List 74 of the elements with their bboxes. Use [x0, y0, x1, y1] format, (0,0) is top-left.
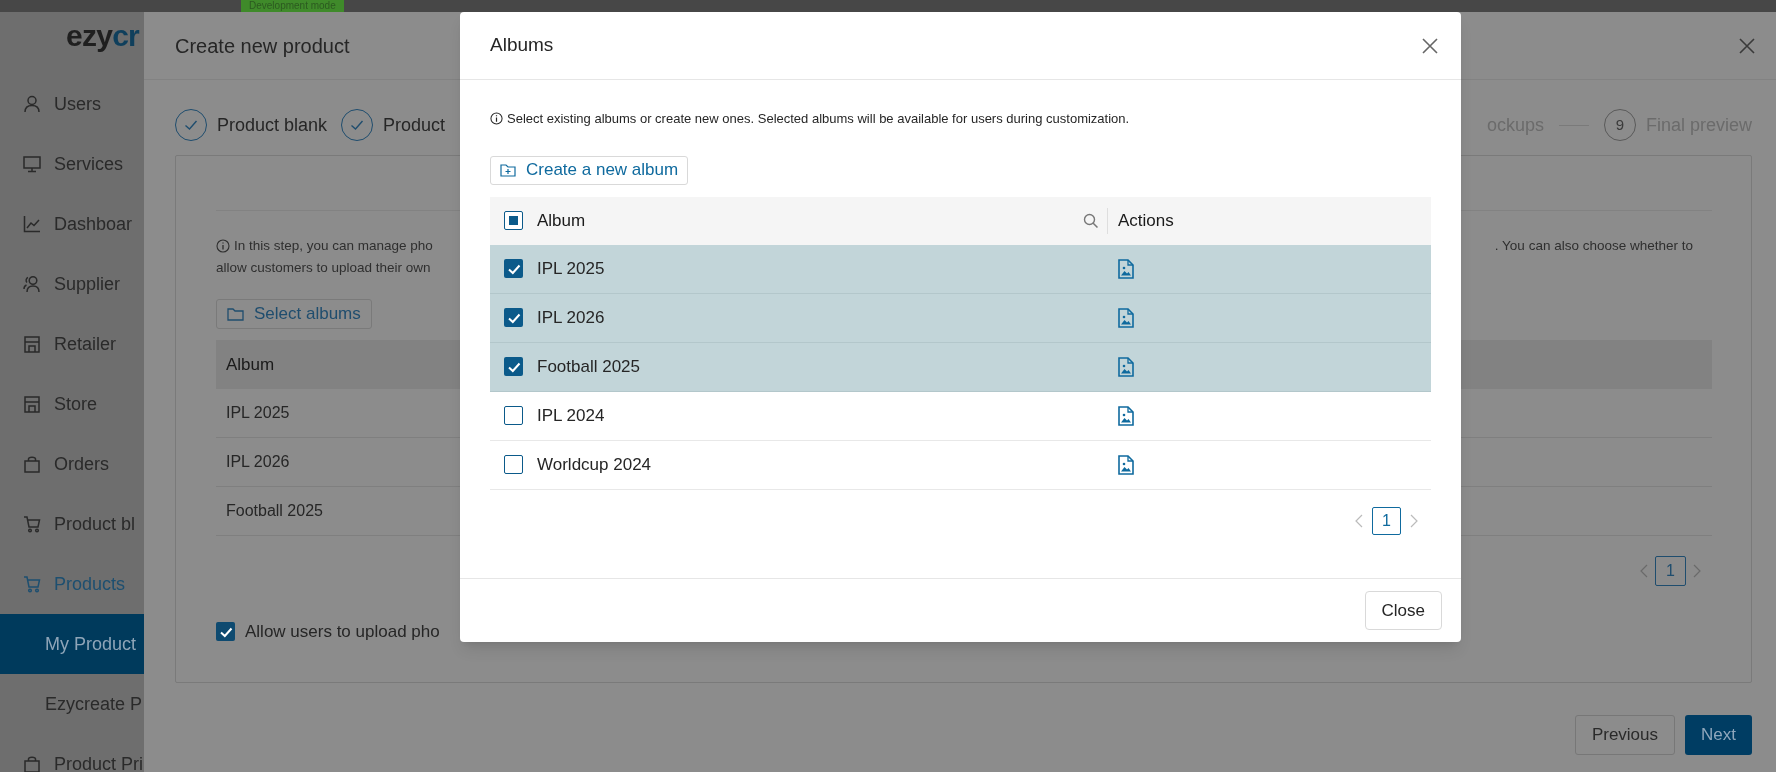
column-header: Album [226, 353, 275, 376]
menu-item-label[interactable]: Dashboar [54, 210, 133, 238]
page-number[interactable]: 1 [1655, 556, 1686, 586]
store-icon [23, 395, 41, 413]
image-file-icon[interactable] [1118, 307, 1134, 328]
dialog-title: Create new product [175, 33, 350, 59]
close-button[interactable]: Close [1364, 591, 1442, 630]
next-button[interactable]: Next [1685, 715, 1752, 755]
info-text: In this step, you can manage pho [234, 237, 433, 255]
column-header: Album [537, 209, 586, 232]
checkbox[interactable] [504, 455, 523, 474]
image-file-icon[interactable] [1118, 258, 1134, 279]
cart-icon [23, 575, 41, 593]
table-row-selected[interactable]: IPL 2025 [490, 244, 1431, 294]
menu-item-label[interactable]: Users [54, 90, 101, 118]
create-album-button[interactable]: Create a new album [490, 155, 689, 185]
image-file-icon[interactable] [1118, 454, 1134, 475]
bag-icon [23, 455, 41, 473]
table-cell-text: Football 2025 [226, 501, 323, 521]
menu-item-label[interactable]: Products [54, 570, 126, 598]
logo: ezycr [66, 21, 139, 51]
line-chart-icon [23, 215, 41, 233]
column-header: Actions [1118, 209, 1174, 232]
checkbox[interactable] [504, 357, 523, 376]
store-icon [23, 335, 41, 353]
image-file-icon[interactable] [1118, 356, 1134, 377]
menu-item-label[interactable]: Retailer [54, 330, 117, 358]
table-cell-text: IPL 2026 [226, 452, 290, 472]
bag-icon [23, 755, 41, 772]
table-cell-text: IPL 2026 [537, 306, 606, 329]
select-albums-button[interactable]: Select albums [216, 299, 372, 329]
table-row[interactable]: Worldcup 2024 [490, 440, 1431, 490]
checkbox[interactable] [216, 622, 235, 642]
table-row-selected[interactable]: IPL 2026 [490, 293, 1431, 343]
search-icon[interactable] [1083, 212, 1099, 229]
checkbox-label: Allow users to upload pho [245, 621, 440, 643]
table-cell-text: Worldcup 2024 [537, 453, 653, 476]
menu-item-label[interactable]: Product bl [54, 510, 136, 538]
previous-button[interactable]: Previous [1574, 715, 1676, 755]
table-cell-text: IPL 2024 [537, 404, 606, 427]
info-text: . You can also choose whether to [1494, 237, 1693, 255]
menu-item-label[interactable]: Ezycreate P [45, 690, 143, 718]
checkbox[interactable] [504, 406, 523, 425]
info-text: allow customers to upload their own [216, 259, 432, 277]
folder-plus-icon [500, 163, 516, 177]
monitor-icon [23, 155, 41, 173]
user-icon [23, 95, 41, 113]
close-icon[interactable] [1421, 36, 1439, 55]
image-file-icon[interactable] [1118, 405, 1134, 426]
menu-item-label[interactable]: Store [54, 390, 98, 418]
info-text: Select existing albums or create new ones. Selected albums will be available for users during customization. [507, 110, 1130, 128]
step-label: Product [383, 113, 446, 137]
table-cell-text: IPL 2025 [537, 257, 606, 280]
table-cell-text: IPL 2025 [226, 403, 290, 423]
page-number[interactable]: 1 [1372, 506, 1401, 535]
step-label: Product blank [217, 113, 328, 137]
select-all-checkbox[interactable] [504, 211, 523, 230]
menu-item-selected[interactable]: My Product [0, 614, 144, 674]
close-icon[interactable] [1738, 36, 1756, 55]
users-icon [23, 275, 41, 293]
menu-item-label[interactable]: Supplier [54, 270, 121, 298]
folder-icon [227, 307, 244, 321]
checkbox[interactable] [504, 259, 523, 278]
dialog-title: Albums [490, 33, 554, 58]
menu-item-label[interactable]: Orders [54, 450, 109, 478]
menu-item-label[interactable]: Product Pri [54, 750, 144, 772]
info-icon [216, 239, 230, 253]
checkbox[interactable] [504, 308, 523, 327]
cart-icon [23, 515, 41, 533]
table-row-selected[interactable]: Football 2025 [490, 342, 1431, 392]
menu-item-label[interactable]: Services [54, 150, 124, 178]
table-row[interactable]: IPL 2024 [490, 391, 1431, 441]
info-icon [490, 112, 503, 126]
table-cell-text: Football 2025 [537, 355, 642, 378]
